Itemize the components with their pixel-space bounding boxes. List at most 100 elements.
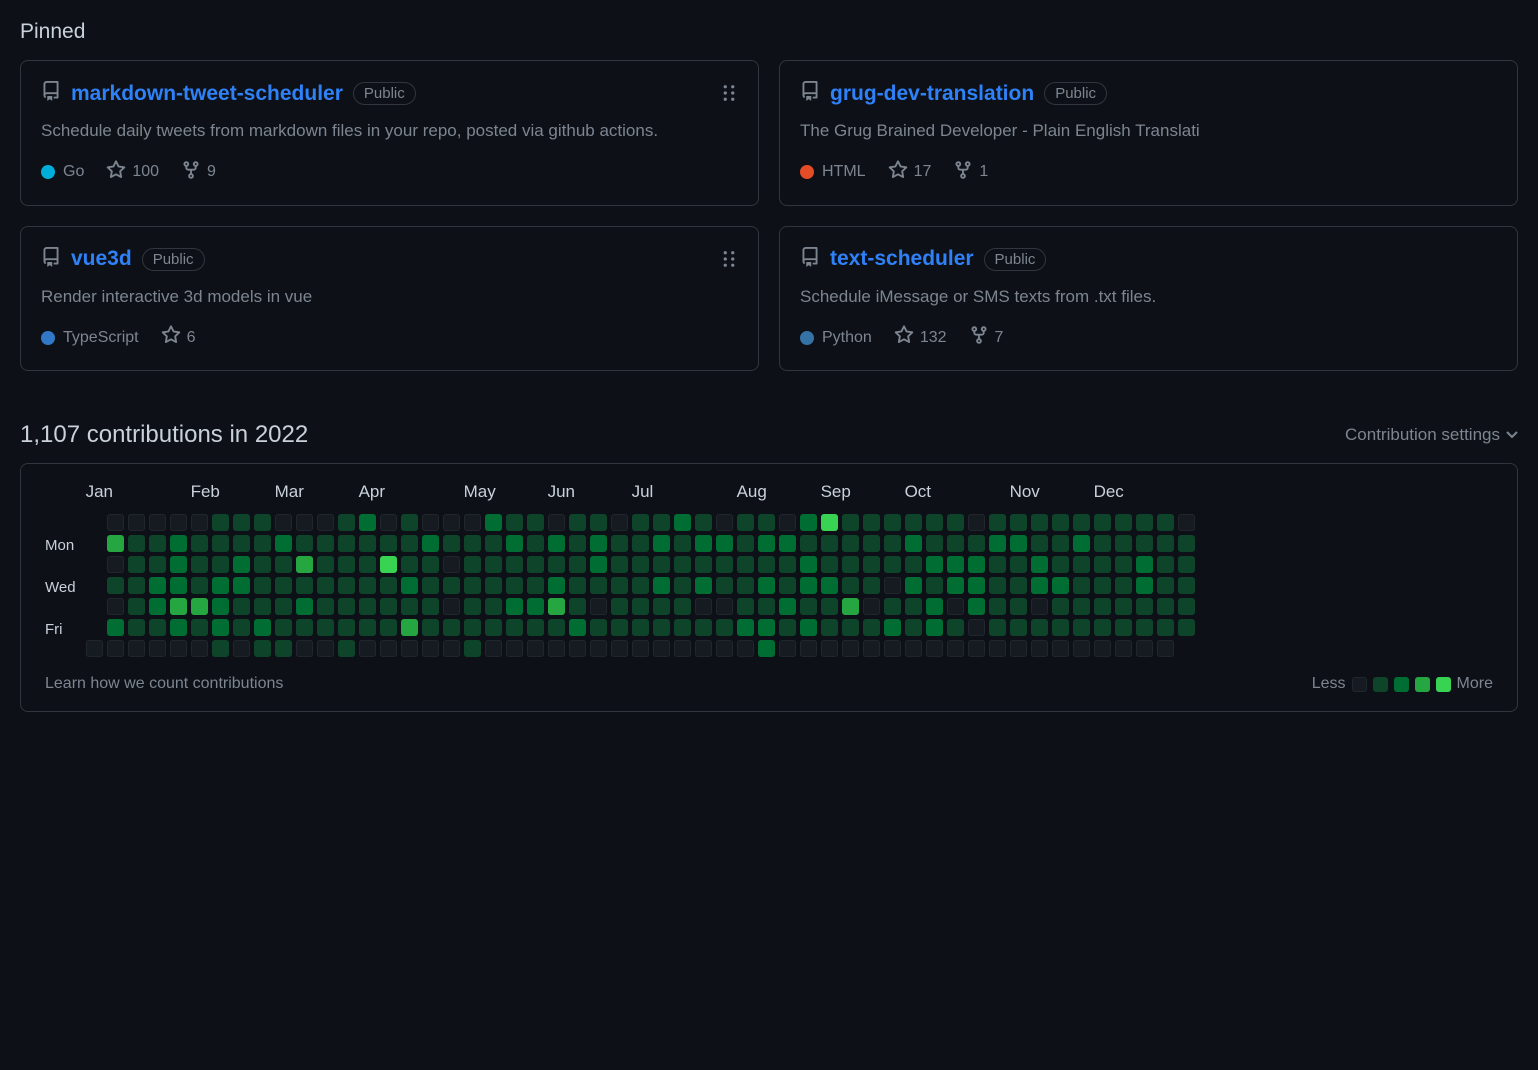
contribution-day[interactable] — [737, 598, 754, 615]
contribution-day[interactable] — [590, 640, 607, 657]
contribution-day[interactable] — [1010, 640, 1027, 657]
contribution-day[interactable] — [800, 556, 817, 573]
contribution-day[interactable] — [926, 577, 943, 594]
stargazers-link[interactable]: 17 — [888, 160, 932, 185]
contribution-day[interactable] — [1073, 514, 1090, 531]
contribution-day[interactable] — [170, 535, 187, 552]
contribution-day[interactable] — [338, 577, 355, 594]
contribution-day[interactable] — [989, 598, 1006, 615]
contribution-day[interactable] — [1178, 514, 1195, 531]
contribution-day[interactable] — [443, 577, 460, 594]
contribution-day[interactable] — [737, 556, 754, 573]
contribution-day[interactable] — [338, 514, 355, 531]
contribution-day[interactable] — [359, 640, 376, 657]
contribution-day[interactable] — [254, 640, 271, 657]
contribution-day[interactable] — [422, 640, 439, 657]
contribution-day[interactable] — [716, 577, 733, 594]
contribution-day[interactable] — [233, 619, 250, 636]
contribution-day[interactable] — [1094, 598, 1111, 615]
contribution-day[interactable] — [611, 619, 628, 636]
contribution-day[interactable] — [779, 577, 796, 594]
contribution-day[interactable] — [821, 640, 838, 657]
contribution-day[interactable] — [1094, 640, 1111, 657]
contribution-day[interactable] — [674, 514, 691, 531]
contribution-day[interactable] — [1010, 514, 1027, 531]
contribution-day[interactable] — [737, 535, 754, 552]
contribution-day[interactable] — [611, 514, 628, 531]
contribution-day[interactable] — [1010, 556, 1027, 573]
contribution-day[interactable] — [1115, 514, 1132, 531]
contribution-day[interactable] — [905, 619, 922, 636]
contribution-day[interactable] — [254, 556, 271, 573]
contribution-day[interactable] — [212, 514, 229, 531]
contribution-day[interactable] — [485, 535, 502, 552]
contribution-day[interactable] — [1115, 556, 1132, 573]
contribution-day[interactable] — [170, 598, 187, 615]
contribution-day[interactable] — [380, 514, 397, 531]
contribution-day[interactable] — [800, 640, 817, 657]
contribution-day[interactable] — [1157, 556, 1174, 573]
contribution-day[interactable] — [422, 514, 439, 531]
contribution-day[interactable] — [380, 598, 397, 615]
contribution-day[interactable] — [443, 535, 460, 552]
contribution-day[interactable] — [422, 577, 439, 594]
contribution-day[interactable] — [653, 640, 670, 657]
contribution-day[interactable] — [485, 640, 502, 657]
contribution-day[interactable] — [380, 640, 397, 657]
contribution-day[interactable] — [149, 514, 166, 531]
contribution-day[interactable] — [212, 598, 229, 615]
contribution-day[interactable] — [1157, 535, 1174, 552]
contribution-day[interactable] — [800, 619, 817, 636]
contribution-day[interactable] — [443, 640, 460, 657]
contribution-day[interactable] — [506, 556, 523, 573]
contribution-day[interactable] — [86, 640, 103, 657]
contribution-day[interactable] — [1073, 598, 1090, 615]
contribution-day[interactable] — [905, 535, 922, 552]
contribution-day[interactable] — [548, 640, 565, 657]
contribution-day[interactable] — [191, 535, 208, 552]
contribution-day[interactable] — [107, 577, 124, 594]
contribution-day[interactable] — [569, 640, 586, 657]
contribution-day[interactable] — [359, 535, 376, 552]
contribution-day[interactable] — [107, 619, 124, 636]
contribution-day[interactable] — [758, 556, 775, 573]
contribution-day[interactable] — [947, 535, 964, 552]
contribution-day[interactable] — [1031, 514, 1048, 531]
contribution-day[interactable] — [800, 514, 817, 531]
drag-grip-icon[interactable] — [722, 249, 736, 269]
contribution-day[interactable] — [947, 514, 964, 531]
contribution-day[interactable] — [737, 619, 754, 636]
contribution-day[interactable] — [968, 535, 985, 552]
contribution-day[interactable] — [464, 535, 481, 552]
contribution-day[interactable] — [254, 535, 271, 552]
contribution-day[interactable] — [527, 619, 544, 636]
contribution-day[interactable] — [821, 598, 838, 615]
contribution-day[interactable] — [128, 640, 145, 657]
contribution-day[interactable] — [632, 619, 649, 636]
contribution-day[interactable] — [863, 514, 880, 531]
contribution-day[interactable] — [674, 556, 691, 573]
contribution-day[interactable] — [380, 619, 397, 636]
contribution-day[interactable] — [947, 598, 964, 615]
contribution-day[interactable] — [212, 640, 229, 657]
contribution-day[interactable] — [695, 577, 712, 594]
contribution-day[interactable] — [527, 640, 544, 657]
contribution-day[interactable] — [779, 598, 796, 615]
contribution-day[interactable] — [1136, 514, 1153, 531]
forks-link[interactable]: 9 — [181, 160, 216, 185]
contribution-day[interactable] — [842, 619, 859, 636]
contribution-day[interactable] — [632, 556, 649, 573]
contribution-day[interactable] — [737, 577, 754, 594]
contribution-day[interactable] — [296, 640, 313, 657]
contribution-day[interactable] — [443, 514, 460, 531]
contribution-day[interactable] — [317, 514, 334, 531]
contribution-day[interactable] — [947, 577, 964, 594]
contribution-day[interactable] — [233, 556, 250, 573]
repo-name-link[interactable]: markdown-tweet-scheduler — [71, 82, 343, 106]
contribution-day[interactable] — [107, 514, 124, 531]
contribution-day[interactable] — [527, 598, 544, 615]
contribution-day[interactable] — [296, 619, 313, 636]
contribution-day[interactable] — [1052, 535, 1069, 552]
contribution-day[interactable] — [254, 514, 271, 531]
contribution-day[interactable] — [863, 535, 880, 552]
